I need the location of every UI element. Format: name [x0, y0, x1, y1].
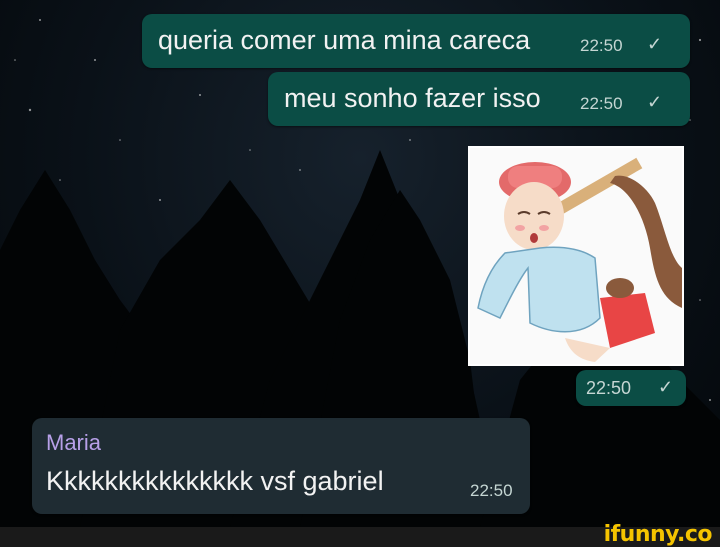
message-time: 22:50 — [580, 36, 623, 55]
sender-name: Maria — [46, 430, 102, 455]
outgoing-image-caption: 22:50 ✓ — [576, 370, 686, 406]
message-text: Kkkkkkkkkkkkkkk vsf gabriel — [46, 466, 384, 496]
anime-drawing-image[interactable] — [468, 146, 684, 366]
sent-check-icon: ✓ — [658, 377, 674, 397]
outgoing-message-2[interactable]: meu sonho fazer isso 22:50 ✓ — [268, 72, 690, 126]
sent-check-icon: ✓ — [647, 34, 663, 54]
message-text: meu sonho fazer isso — [284, 83, 541, 113]
sent-check-icon: ✓ — [647, 92, 663, 112]
message-time: 22:50 — [470, 481, 513, 500]
outgoing-message-1[interactable]: queria comer uma mina careca 22:50 ✓ — [142, 14, 690, 68]
message-time: 22:50 — [586, 378, 632, 398]
incoming-message[interactable]: Maria Kkkkkkkkkkkkkkk vsf gabriel 22:50 — [32, 418, 530, 514]
message-text: queria comer uma mina careca — [158, 25, 531, 55]
message-time: 22:50 — [580, 94, 623, 113]
ifunny-watermark: ifunny.co — [603, 522, 713, 547]
